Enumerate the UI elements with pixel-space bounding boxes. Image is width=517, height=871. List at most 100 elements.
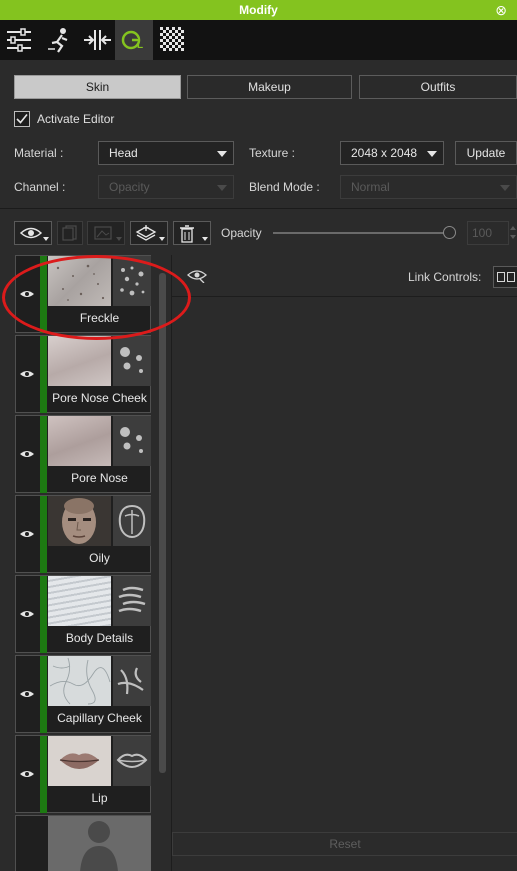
dots-icon: [113, 336, 151, 386]
list-item[interactable]: Pore Nose Cheek: [15, 335, 151, 413]
channel-label: Channel :: [14, 180, 66, 194]
link-icon: [497, 272, 515, 282]
chevron-down-icon: [43, 237, 49, 241]
layer-name: Capillary Cheek: [57, 711, 142, 725]
reset-button[interactable]: Reset: [172, 832, 517, 856]
material-value: Head: [109, 146, 138, 160]
transform-icon[interactable]: [78, 20, 116, 60]
opacity-slider-handle[interactable]: [443, 226, 456, 239]
dots-icon: [113, 256, 151, 306]
head-mask-icon: [113, 496, 151, 546]
layer-color-bar: [40, 496, 47, 573]
texture-value: 2048 x 2048: [351, 146, 418, 160]
layer-color-bar: [40, 576, 47, 653]
eye-icon[interactable]: [19, 608, 35, 620]
material-dropdown[interactable]: Head: [98, 141, 234, 165]
svg-text:L: L: [137, 40, 143, 51]
checker-icon[interactable]: [155, 20, 193, 60]
list-item[interactable]: Pore Nose: [15, 415, 151, 493]
link-controls-button[interactable]: [493, 266, 517, 288]
update-button[interactable]: Update: [455, 141, 517, 165]
eye-icon[interactable]: [187, 267, 207, 283]
tab-skin[interactable]: Skin: [14, 75, 181, 99]
texture-thumbnail: [48, 496, 111, 546]
layer-name: Body Details: [65, 631, 134, 645]
eye-icon[interactable]: [19, 688, 35, 700]
texture-dropdown[interactable]: 2048 x 2048: [340, 141, 444, 165]
divider: [0, 208, 517, 209]
activate-editor-label: Activate Editor: [37, 112, 115, 126]
layer-name: Freckle: [79, 311, 120, 325]
activate-editor-checkbox[interactable]: [14, 111, 30, 127]
list-item[interactable]: Capillary Cheek: [15, 655, 151, 733]
texture-label: Texture :: [249, 146, 296, 160]
delete-layer-button[interactable]: [173, 221, 211, 245]
modify-content: Skin Makeup Outfits Activate Editor Mate…: [0, 60, 517, 871]
layer-color-bar: [40, 416, 47, 493]
tab-outfits[interactable]: Outfits: [359, 75, 517, 99]
top-toolbar: L: [0, 20, 517, 60]
waves-icon: [113, 576, 151, 626]
link-controls-label: Link Controls:: [408, 270, 482, 284]
chevron-down-icon: [217, 151, 227, 157]
duplicate-layer-button[interactable]: [57, 221, 83, 245]
chevron-down-icon: [159, 237, 165, 241]
layer-name: Oily: [89, 551, 110, 565]
texture-thumbnail: [48, 736, 111, 786]
texture-thumbnail: [48, 656, 111, 706]
layer-color-bar: [40, 336, 47, 413]
layer-color-bar: [40, 656, 47, 733]
list-item[interactable]: [15, 815, 151, 871]
eye-icon[interactable]: [19, 368, 35, 380]
gl-material-icon[interactable]: L: [115, 20, 153, 60]
chevron-down-icon: [217, 185, 227, 191]
add-layer-button[interactable]: [130, 221, 168, 245]
chevron-down-icon: [116, 237, 122, 241]
chevron-down-icon: [427, 151, 437, 157]
texture-thumbnail: [48, 256, 111, 306]
eye-icon[interactable]: [19, 288, 35, 300]
window-title-bar: Modify ⊗: [0, 0, 517, 20]
opacity-label: Opacity: [221, 226, 262, 240]
divider: [172, 296, 517, 297]
channel-value: Opacity: [109, 180, 150, 194]
opacity-value-input[interactable]: 100: [467, 221, 509, 245]
blend-mode-dropdown[interactable]: Normal: [340, 175, 517, 199]
texture-thumbnail: [48, 816, 151, 871]
opacity-slider-track[interactable]: [273, 232, 449, 234]
layer-list-scrollbar[interactable]: [159, 273, 166, 773]
dots-icon: [113, 416, 151, 466]
layer-color-bar: [40, 256, 47, 333]
layer-list: Freckle Pore Nose Cheek Pore Nose Oily B…: [15, 255, 170, 871]
opacity-spinner[interactable]: [509, 221, 517, 245]
add-image-layer-button[interactable]: [87, 221, 125, 245]
tab-makeup[interactable]: Makeup: [187, 75, 352, 99]
layer-properties-panel: Link Controls: Reset: [171, 255, 517, 871]
blend-mode-label: Blend Mode :: [249, 180, 320, 194]
texture-thumbnail: [48, 576, 111, 626]
layer-color-bar: [40, 736, 47, 813]
eye-icon[interactable]: [19, 768, 35, 780]
texture-thumbnail: [48, 336, 111, 386]
eye-icon[interactable]: [19, 448, 35, 460]
list-item[interactable]: Lip: [15, 735, 151, 813]
sliders-icon[interactable]: [0, 20, 38, 60]
texture-thumbnail: [48, 416, 111, 466]
list-item[interactable]: Oily: [15, 495, 151, 573]
material-label: Material :: [14, 146, 64, 160]
layer-name: Lip: [91, 791, 108, 805]
close-icon[interactable]: ⊗: [495, 0, 507, 20]
list-item[interactable]: Body Details: [15, 575, 151, 653]
layer-name: Pore Nose: [71, 471, 128, 485]
vein-icon: [113, 656, 151, 706]
blend-mode-value: Normal: [351, 180, 390, 194]
list-item[interactable]: Freckle: [15, 255, 151, 333]
layer-name: Pore Nose Cheek: [52, 391, 147, 405]
channel-dropdown[interactable]: Opacity: [98, 175, 234, 199]
visibility-menu-button[interactable]: [14, 221, 52, 245]
window-title: Modify: [239, 3, 278, 17]
motion-icon[interactable]: [40, 20, 78, 60]
lips-icon: [113, 736, 151, 786]
eye-icon[interactable]: [19, 528, 35, 540]
chevron-down-icon: [202, 237, 208, 241]
